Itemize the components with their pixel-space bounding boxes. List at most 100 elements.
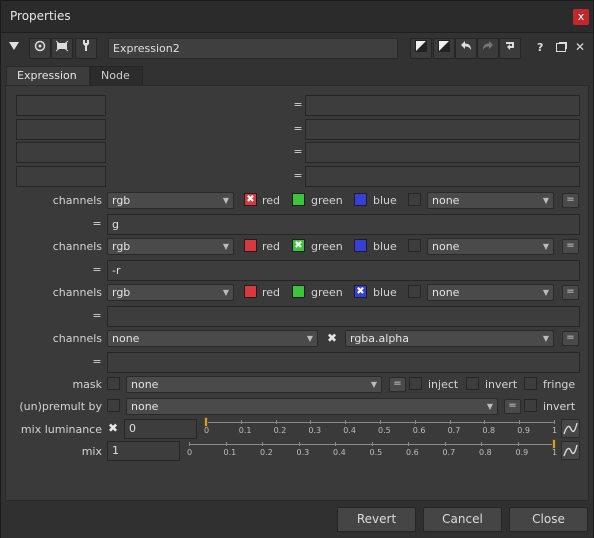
slider-tick-mark — [380, 420, 381, 424]
mix-luminance-input[interactable]: 0 — [124, 419, 197, 439]
blue-channel-checkbox[interactable]: ✖ — [354, 285, 367, 298]
slider-handle[interactable] — [552, 439, 556, 449]
temp-name-field[interactable] — [16, 95, 106, 116]
extra-channel-dropdown[interactable]: none ▼ — [427, 238, 554, 255]
settings-button[interactable] — [75, 38, 97, 59]
mask-link-button[interactable]: = — [389, 377, 406, 392]
green-channel-checkbox[interactable] — [292, 193, 305, 206]
invert-premult-checkbox[interactable] — [524, 399, 537, 412]
slider-tick-label: 0.1 — [238, 426, 252, 435]
node-color-button[interactable] — [410, 38, 432, 59]
temp-name-field[interactable] — [16, 119, 106, 140]
channel-expr-field[interactable] — [107, 306, 580, 327]
slider-tick-mark — [519, 420, 521, 424]
color-swatch-icon — [438, 40, 450, 52]
blue-label: blue — [373, 194, 397, 207]
slider-handle[interactable] — [204, 417, 208, 427]
temp-expr-field[interactable] — [305, 166, 580, 187]
revert-knobs-button[interactable] — [499, 38, 521, 59]
temp-expr-field[interactable] — [305, 142, 580, 163]
mix-curve-button[interactable] — [561, 441, 580, 460]
equals-label: = — [293, 98, 303, 111]
channel-expr-field[interactable]: g — [107, 214, 580, 235]
label-color-button[interactable] — [433, 38, 455, 59]
slider-tick-mark — [517, 442, 519, 446]
slider-tick-label: 0.9 — [515, 448, 529, 457]
green-channel-checkbox[interactable] — [292, 285, 305, 298]
collapse-triangle-icon[interactable] — [9, 42, 19, 50]
invert-mask-checkbox[interactable] — [466, 377, 479, 390]
slider-tick-label: 0.8 — [479, 448, 492, 457]
extra-channel-dropdown[interactable]: none ▼ — [427, 192, 554, 209]
mix-input[interactable]: 1 — [107, 441, 180, 461]
chevron-down-icon: ▼ — [542, 334, 549, 343]
temp-expr-field[interactable] — [305, 95, 580, 116]
green-label: green — [311, 194, 343, 207]
temp-expr-field[interactable] — [305, 119, 580, 140]
layer-dropdown[interactable]: rgb ▼ — [107, 238, 234, 255]
close-button[interactable]: Close — [509, 507, 588, 532]
mix-luminance-curve-button[interactable] — [561, 419, 580, 438]
help-icon[interactable]: ? — [537, 41, 543, 54]
mix-slider[interactable]: 0 0.1 0.2 0.3 0.4 0.5 0.6 0.7 0.8 0.9 1 — [185, 439, 558, 461]
red-channel-checkbox[interactable] — [244, 285, 257, 298]
layer-dropdown[interactable]: rgb ▼ — [107, 284, 234, 301]
mask-label: mask — [72, 378, 102, 391]
float-panel-icon[interactable] — [556, 43, 566, 52]
channel-link-button[interactable]: = — [562, 285, 579, 300]
temp-name-field[interactable] — [16, 142, 106, 163]
chevron-down-icon: ▼ — [370, 380, 377, 389]
blue-channel-checkbox[interactable] — [354, 239, 367, 252]
red-channel-checkbox[interactable] — [244, 239, 257, 252]
extra-channel-checkbox[interactable] — [408, 239, 421, 252]
temp-name-field[interactable] — [16, 166, 106, 187]
extra-channel-value: none — [432, 194, 460, 207]
cancel-button[interactable]: Cancel — [423, 507, 502, 532]
extra-channel-dropdown[interactable]: none ▼ — [427, 284, 554, 301]
chevron-down-icon: ▼ — [222, 288, 229, 297]
mask-enable-checkbox[interactable] — [107, 377, 120, 390]
extra-channel-checkbox[interactable] — [408, 285, 421, 298]
green-channel-checkbox[interactable]: ✖ — [292, 239, 305, 252]
mix-luminance-slider[interactable]: 0 0.1 0.2 0.3 0.4 0.5 0.6 0.7 0.8 0.9 1 — [202, 417, 558, 439]
channel-link-button[interactable]: = — [562, 193, 579, 208]
equals-label: = — [293, 169, 303, 182]
slider-tick-label: 0.8 — [482, 426, 496, 435]
channel-link-button[interactable]: = — [562, 331, 579, 346]
channel-expr-field[interactable]: -r — [107, 260, 580, 281]
premult-channel-dropdown[interactable]: none ▼ — [126, 398, 498, 415]
curve-icon — [563, 422, 578, 435]
mask-channel-dropdown[interactable]: none ▼ — [126, 376, 382, 393]
blue-channel-checkbox[interactable] — [354, 193, 367, 206]
revert-button[interactable]: Revert — [337, 507, 416, 532]
slider-tick-mark — [408, 442, 409, 446]
alpha-expr-field[interactable] — [107, 352, 580, 373]
channels-label: channels — [52, 240, 102, 253]
tab-expression[interactable]: Expression — [6, 66, 90, 85]
undo-button[interactable] — [455, 38, 477, 59]
alpha-checkbox-icon[interactable]: ✖ — [327, 331, 337, 345]
premult-link-button[interactable]: = — [504, 399, 521, 414]
fringe-label: fringe — [543, 378, 576, 391]
redo-button[interactable] — [477, 38, 499, 59]
slider-tick-mark — [554, 420, 555, 424]
extra-channel-checkbox[interactable] — [408, 193, 421, 206]
node-name-input[interactable]: Expression2 — [108, 38, 398, 59]
node-options-button[interactable] — [51, 38, 73, 59]
layer-dropdown[interactable]: rgb ▼ — [107, 192, 234, 209]
slider-tick-label: 0.2 — [260, 448, 273, 457]
fringe-checkbox[interactable] — [524, 377, 537, 390]
close-panel-icon[interactable]: ✕ — [575, 40, 585, 54]
alpha-layer-dropdown[interactable]: none ▼ — [107, 330, 318, 347]
red-channel-checkbox[interactable]: ✖ — [244, 193, 257, 206]
chevron-down-icon: ▼ — [542, 242, 549, 251]
premult-enable-checkbox[interactable] — [107, 399, 120, 412]
mix-luminance-checkbox-icon[interactable]: ✖ — [108, 421, 118, 435]
invert-premult-label: invert — [543, 400, 576, 413]
alpha-channel-dropdown[interactable]: rgba.alpha ▼ — [345, 330, 554, 347]
center-node-button[interactable] — [29, 38, 51, 59]
channel-link-button[interactable]: = — [562, 239, 579, 254]
inject-checkbox[interactable] — [409, 377, 422, 390]
close-window-button[interactable]: x — [573, 9, 589, 25]
tab-node[interactable]: Node — [90, 66, 143, 85]
